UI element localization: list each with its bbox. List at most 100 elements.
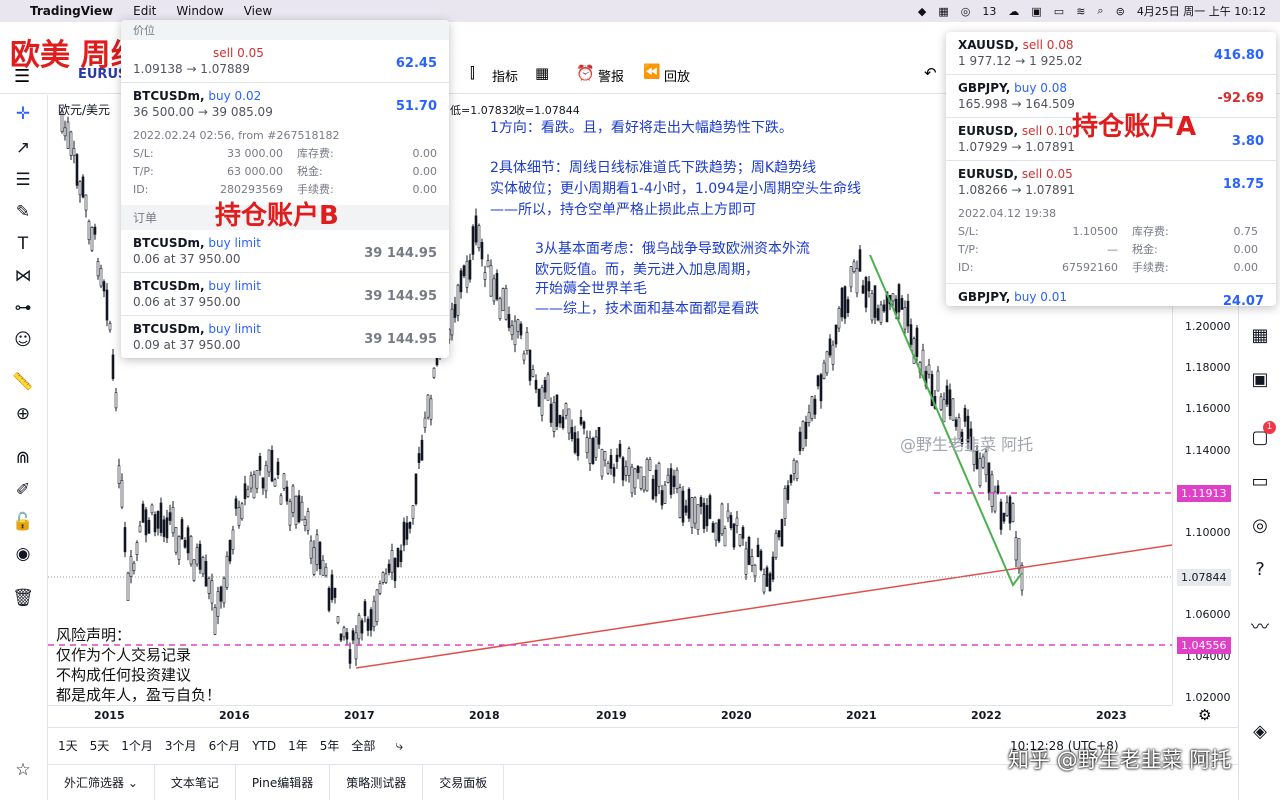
chat-icon[interactable]: ▢ 1 [1247,421,1276,451]
range-1y[interactable]: 1年 [288,737,308,754]
search-icon[interactable]: ⌕ [1097,4,1103,18]
tab-pine-editor[interactable]: Pine编辑器 [236,764,331,800]
magnet-icon[interactable]: ⋒ [12,447,34,469]
battery-icon[interactable]: ▭ [1054,5,1064,18]
candle-body [528,349,532,381]
eye-icon[interactable]: ◉ [12,543,34,565]
candle-body [825,351,829,374]
message-icon[interactable]: ▭ [1247,469,1273,495]
emoji-icon[interactable]: ☺ [12,329,34,351]
order-price: 39 144.95 [364,289,437,304]
pulse-icon[interactable]: 〰 [1247,615,1273,641]
pattern-icon[interactable]: ⋈ [12,265,34,287]
range-1m[interactable]: 1个月 [121,737,153,754]
help-icon[interactable]: ? [1247,557,1273,583]
menu-window[interactable]: Window [176,4,223,18]
time-axis[interactable]: 2015 2016 2017 2018 2019 2020 2021 2022 … [48,705,1172,727]
candle-body [426,394,430,418]
tab-text-notes[interactable]: 文本笔记 [155,764,236,800]
calendar-grid-icon[interactable]: ▦ [1247,323,1273,349]
replay-button[interactable]: 回放 [664,66,690,85]
candle-body [525,331,529,351]
replay-icon[interactable]: ⏪ [643,64,660,80]
brush-icon[interactable]: ✎ [12,201,34,223]
lock-draw-icon[interactable]: ✐ [12,479,34,501]
alert-button[interactable]: 警报 [598,66,624,85]
order-row[interactable]: BTCUSDm, buy limit 0.09 at 37 950.00 39 … [121,316,449,358]
status-app-icon[interactable]: ◆ [918,5,926,18]
position-row[interactable]: sell 0.05 1.09138 → 1.07889 62.45 [121,40,449,83]
range-6m[interactable]: 6个月 [209,737,241,754]
forecast-icon[interactable]: ⊶ [12,297,34,319]
trendline-icon[interactable]: ↗ [12,137,34,159]
status-window-icon[interactable]: ▦ [938,5,948,18]
broadcast-icon[interactable]: ◎ [1247,513,1273,539]
range-1d[interactable]: 1天 [58,737,78,754]
datetime[interactable]: 4月25日 周一 上午 10:12 [1137,3,1266,19]
range-all[interactable]: 全部 [351,737,375,754]
notification-badge: 1 [1263,421,1276,434]
alert-icon[interactable]: ⏰ [576,64,595,82]
position-symbol: XAUUSD, [958,38,1019,52]
order-row[interactable]: BTCUSDm, buy limit 0.06 at 37 950.00 39 … [121,273,449,316]
candle-body [858,249,862,272]
fib-icon[interactable]: ☰ [12,169,34,191]
date-range-icon[interactable]: ⤷ [395,738,403,754]
candle-body [108,323,112,331]
ruler-icon[interactable]: 📏 [12,371,34,393]
indicators-button[interactable]: 指标 [492,66,518,85]
candle-body [117,465,121,484]
candle-body [636,466,640,473]
menu-edit[interactable]: Edit [133,4,156,18]
candle-body [702,502,706,529]
lock-icon[interactable]: 🔓 [12,511,34,533]
menu-view[interactable]: View [244,4,272,18]
order-row[interactable]: BTCUSDm, buy limit 0.06 at 37 950.00 39 … [121,230,449,273]
position-row-expanded[interactable]: BTCUSDm, buy 0.02 36 500.00 → 39 085.09 … [121,83,449,125]
position-row-expanded[interactable]: EURUSD, sell 0.05 1.08266 → 1.07891 18.7… [946,161,1276,203]
candle-body [951,398,955,421]
tab-forex-screener[interactable]: 外汇筛选器 ⌄ [48,764,155,800]
calendar-icon[interactable]: ▣ [1247,367,1273,393]
candle-body [768,573,772,592]
zoom-icon[interactable]: ⊕ [12,403,34,425]
position-row[interactable]: GBPJPY, buy 0.01 24.07 [946,284,1276,306]
wechat-icon[interactable]: ◎ [961,5,971,18]
candle-body [558,414,562,424]
time-tick: 2015 [94,709,125,722]
cloud-icon[interactable]: ☁ [1008,5,1019,18]
indicators-icon[interactable]: ⫿ [470,64,475,82]
layout-icon[interactable]: ▦ [535,64,549,82]
candle-body [291,485,295,513]
candle-body [621,457,625,481]
crosshair-icon[interactable]: ✛ [12,103,34,125]
candle-body [741,527,745,539]
tab-trading-panel[interactable]: 交易面板 [423,764,505,800]
star-icon[interactable]: ☆ [12,759,34,781]
tab-strategy-tester[interactable]: 策略测试器 [330,764,424,800]
annotation-3: 实体破位；更小周期看1-4小时，1.094是小周期空头生命线 [490,181,861,197]
range-5d[interactable]: 5天 [90,737,110,754]
layers-icon[interactable]: ◈ [1247,719,1273,745]
candle-body [453,304,457,318]
calendar-icon[interactable]: ▣ [1031,5,1041,18]
range-ytd[interactable]: YTD [252,739,276,753]
candle-body [798,431,802,452]
position-row[interactable]: XAUUSD, sell 0.08 1 977.12 → 1 925.02 41… [946,32,1276,75]
level-label-lower: 1.04556 [1177,637,1231,654]
range-5y[interactable]: 5年 [320,737,340,754]
control-center-icon[interactable]: ⊜ [1116,5,1125,18]
range-3m[interactable]: 3个月 [165,737,197,754]
trash-icon[interactable]: 🗑 [12,587,34,609]
wifi-icon[interactable]: ≋ [1076,5,1085,18]
candle-body [531,369,535,377]
settings-gear-icon[interactable]: ⚙ [1198,706,1211,724]
candle-body [606,462,610,474]
position-side: sell 0.05 [213,46,264,60]
candle-body [423,417,427,428]
undo-icon[interactable]: ↶ [924,64,937,82]
detail-label: 税金: [1132,243,1158,256]
text-icon[interactable]: T [12,233,34,255]
menu-app-name[interactable]: TradingView [30,4,113,18]
candle-body [234,498,238,509]
